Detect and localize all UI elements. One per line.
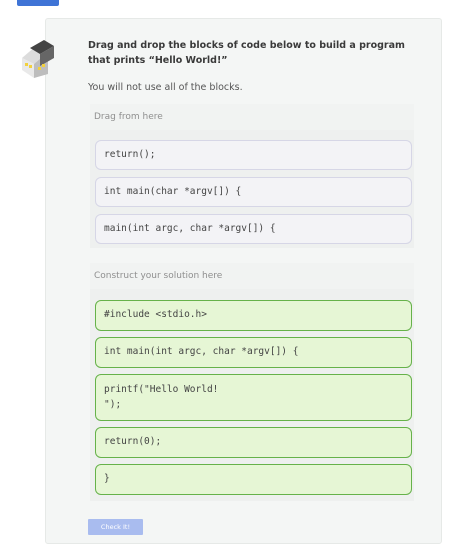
source-block[interactable]: int main(char *argv[]) { [95,177,412,207]
solution-block[interactable]: printf("Hello World! "); [95,374,412,421]
solution-block[interactable]: #include <stdio.h> [95,300,412,331]
source-area-label: Drag from here [90,104,414,130]
solution-block[interactable]: int main(int argc, char *argv[]) { [95,337,412,368]
top-tab-indicator [17,0,59,6]
check-it-button[interactable]: Check It! [88,519,143,535]
solution-block[interactable]: } [95,464,412,495]
exercise-prompt: Drag and drop the blocks of code below t… [88,40,405,66]
building-icon [22,40,54,78]
source-block[interactable]: main(int argc, char *argv[]) { [95,214,412,244]
exercise-note: You will not use all of the blocks. [88,82,243,93]
source-block[interactable]: return(); [95,140,412,170]
solution-block[interactable]: return(0); [95,427,412,458]
solution-area-label: Construct your solution here [90,263,414,289]
